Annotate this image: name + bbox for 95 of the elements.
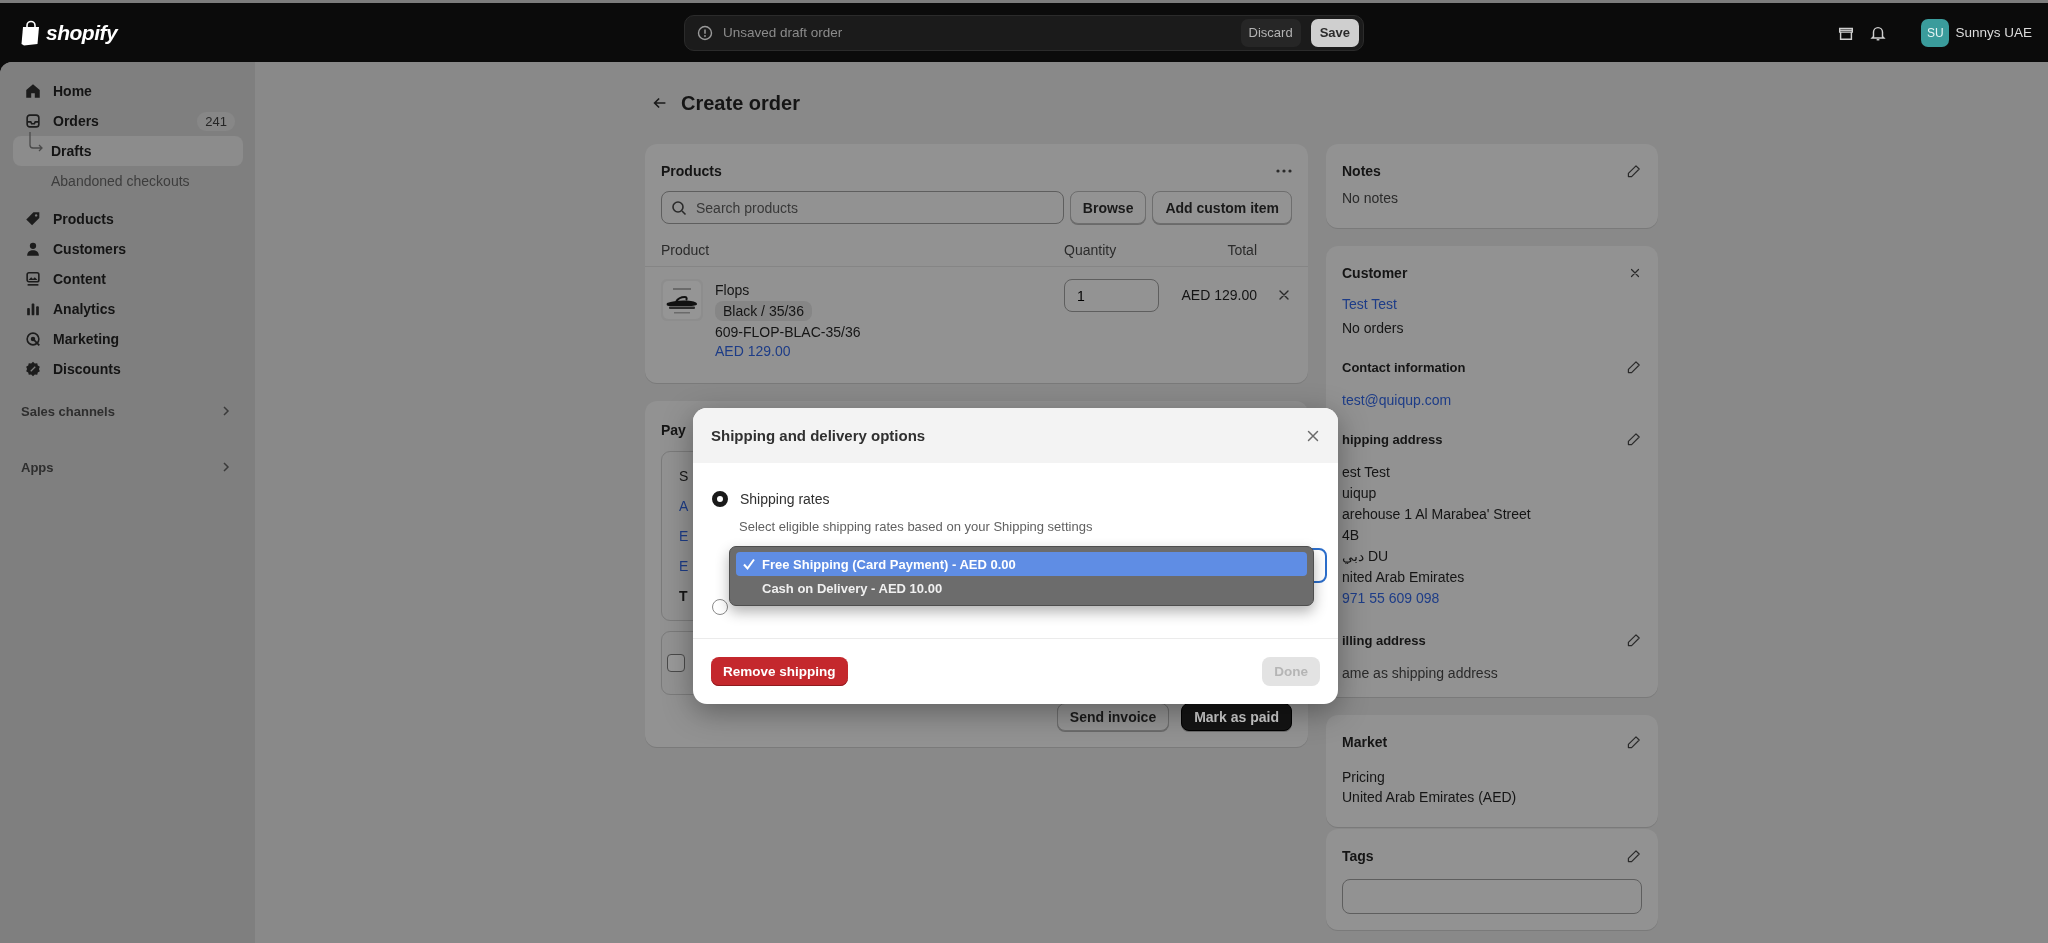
edit-icon[interactable] — [1626, 632, 1642, 648]
dropdown-option[interactable]: Cash on Delivery - AED 10.00 — [736, 576, 1307, 600]
edit-icon[interactable] — [1626, 848, 1642, 864]
edit-icon[interactable] — [1626, 431, 1642, 447]
search-icon — [671, 200, 687, 216]
product-name[interactable]: Flops — [715, 282, 861, 298]
card-title: Market — [1342, 734, 1388, 750]
tags-field[interactable] — [1342, 879, 1642, 914]
edit-icon[interactable] — [1626, 734, 1642, 750]
avatar[interactable]: SU — [1921, 18, 1950, 47]
search-field[interactable]: Search products — [661, 191, 1064, 224]
send-invoice-button[interactable]: Send invoice — [1056, 703, 1170, 731]
section-label: Sales channels — [21, 403, 115, 419]
section-header[interactable]: Apps — [13, 452, 243, 482]
phone-link[interactable]: 971 55 609 098 — [1342, 588, 1642, 609]
edit-icon[interactable] — [1626, 163, 1642, 179]
discount-icon — [24, 360, 42, 378]
billing-text: ame as shipping address — [1342, 665, 1499, 681]
column-header: Product — [661, 242, 711, 258]
checkbox[interactable] — [667, 654, 685, 672]
total-label: T — [679, 587, 688, 606]
card-title: Tags — [1342, 848, 1374, 864]
section-label: Apps — [21, 459, 54, 475]
sku-text: 609-FLOP-BLAC-35/36 — [715, 324, 861, 340]
nav-item[interactable]: Home — [13, 76, 243, 106]
section-title: illing address — [1342, 632, 1426, 648]
count-badge: 241 — [197, 111, 235, 131]
discard-button[interactable]: Discard — [1240, 18, 1301, 47]
remove-shipping-button[interactable]: Remove shipping — [711, 657, 848, 686]
check-icon — [742, 557, 756, 571]
radio-button[interactable] — [712, 599, 728, 615]
email-link[interactable]: test@quiqup.com — [1342, 392, 1642, 408]
nav-item[interactable]: Discounts — [13, 354, 243, 384]
option-label[interactable]: Shipping rates — [740, 491, 830, 507]
address-line: nited Arab Emirates — [1342, 568, 1466, 587]
browse-button[interactable]: Browse — [1069, 191, 1147, 224]
address-line: دبي DU — [1342, 547, 1390, 566]
summary-link[interactable]: E — [679, 551, 689, 581]
logo-text: shopify — [46, 20, 118, 45]
card-title: Products — [661, 163, 722, 179]
person-icon — [24, 240, 42, 258]
variant-tag: Black / 35/36 — [715, 301, 812, 321]
home-icon — [24, 82, 42, 100]
pricing-label: Pricing — [1342, 769, 1386, 785]
section-title: Contact information — [1342, 359, 1466, 375]
nav-item[interactable]: Products — [13, 204, 243, 234]
card-title: Customer — [1342, 265, 1408, 281]
radio-button[interactable] — [712, 491, 728, 507]
shopping-bag-icon — [20, 19, 42, 46]
tag-icon — [24, 210, 42, 228]
sub-arrow-icon — [27, 132, 45, 154]
summary-label: S — [679, 467, 689, 486]
market-value: United Arab Emirates (AED) — [1342, 789, 1518, 805]
column-header: Quantity — [1064, 242, 1118, 258]
address-line: uiqup — [1342, 484, 1378, 503]
dropdown-option[interactable]: Free Shipping (Card Payment) - AED 0.00 — [736, 552, 1307, 576]
summary-link[interactable]: A — [679, 491, 689, 521]
inbox-icon — [24, 112, 42, 130]
alert-icon — [697, 24, 713, 41]
nav-item[interactable]: Abandoned checkouts — [13, 166, 243, 196]
section-title: hipping address — [1342, 431, 1443, 447]
close-icon[interactable] — [1628, 266, 1642, 280]
nav-item[interactable]: Content — [13, 264, 243, 294]
address-line: 4B — [1342, 526, 1361, 545]
save-button[interactable]: Save — [1310, 18, 1359, 47]
chevron-right-icon — [221, 461, 231, 473]
customer-link[interactable]: Test Test — [1342, 296, 1642, 312]
section-header[interactable]: Sales channels — [13, 396, 243, 426]
notes-text: No notes — [1342, 190, 1400, 206]
image-icon — [24, 270, 42, 288]
address-line: est Test — [1342, 463, 1391, 482]
dialog-title: Shipping and delivery options — [711, 427, 926, 444]
order-count: No orders — [1342, 320, 1405, 336]
address-line: arehouse 1 Al Marabea' Street — [1342, 505, 1532, 524]
column-header: Total — [1226, 242, 1257, 258]
quantity-field[interactable]: 1 — [1064, 279, 1159, 312]
card-title: Notes — [1342, 163, 1381, 179]
hint-text: Select eligible shipping rates based on your Shipping settings — [739, 519, 1094, 536]
mark-as-paid-button[interactable]: Mark as paid — [1181, 703, 1292, 731]
store-name[interactable]: Sunnys UAE — [1955, 25, 2032, 40]
price-link[interactable]: AED 129.00 — [715, 343, 861, 359]
line-total: AED 129.00 — [1180, 286, 1257, 303]
nav-item[interactable]: Analytics — [13, 294, 243, 324]
target-icon — [24, 330, 42, 348]
edit-icon[interactable] — [1626, 359, 1642, 375]
summary-link[interactable]: E — [679, 521, 689, 551]
add-custom-item-button[interactable]: Add custom item — [1152, 191, 1292, 224]
nav-item[interactable]: Customers — [13, 234, 243, 264]
status-text: Unsaved draft order — [723, 25, 844, 40]
more-icon[interactable] — [1276, 168, 1292, 174]
nav-item[interactable]: Orders 241 — [13, 106, 243, 136]
page-title: Create order — [681, 91, 800, 115]
nav-item[interactable]: Marketing — [13, 324, 243, 354]
card-title: Pay — [661, 422, 686, 438]
chevron-right-icon — [221, 405, 231, 417]
